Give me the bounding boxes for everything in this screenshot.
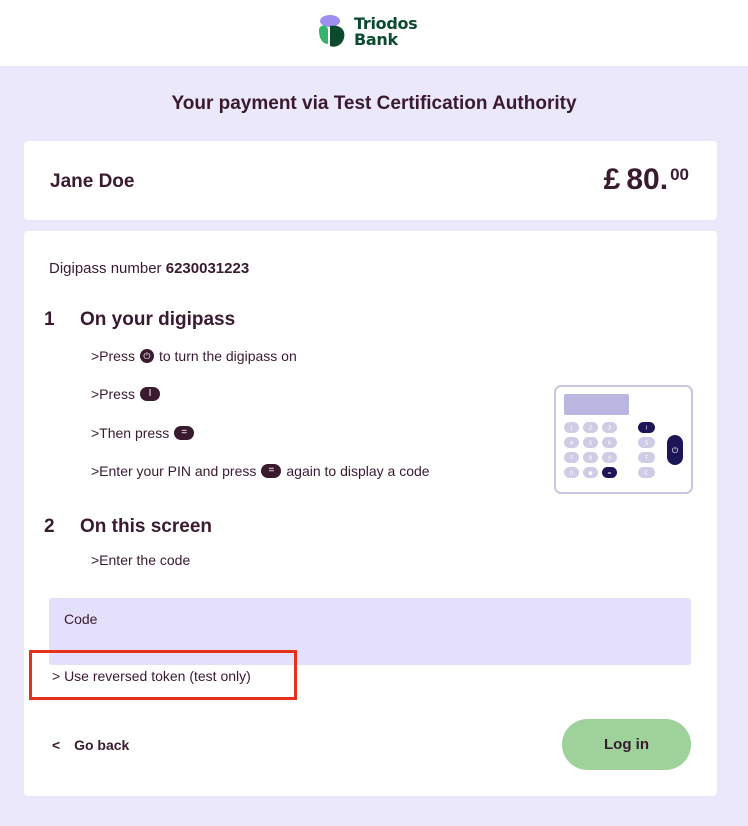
login-button[interactable]: Log in bbox=[562, 719, 691, 770]
instruction-suffix: again to display a code bbox=[286, 463, 430, 479]
svg-text:=: = bbox=[607, 471, 611, 477]
code-label: Code bbox=[64, 611, 98, 627]
svg-text:●: ● bbox=[588, 471, 593, 477]
instruction-prefix: >Enter your PIN and press bbox=[91, 463, 257, 479]
instruction-prefix: >Then press bbox=[91, 425, 170, 441]
currency-symbol: £ bbox=[603, 163, 621, 196]
page-title: Your payment via Test Certification Auth… bbox=[171, 93, 577, 114]
payment-amount: £ 80. 00 bbox=[604, 163, 689, 197]
instruction-suffix: to turn the digipass on bbox=[158, 348, 297, 364]
svg-text:I: I bbox=[646, 426, 647, 432]
step-2-number: 2 bbox=[44, 516, 55, 537]
payer-name: Jane Doe bbox=[50, 171, 135, 192]
amount-main: 80. bbox=[626, 163, 669, 196]
amount-cents: 00 bbox=[670, 165, 689, 184]
instruction-prefix: >Enter the code bbox=[91, 552, 191, 568]
step-1-number: 1 bbox=[44, 309, 55, 330]
chevron-left-icon: < bbox=[52, 737, 61, 753]
i-key-icon: I bbox=[139, 387, 160, 401]
digipass-device-illustration: 123 456 789 0 ● = ISTC ⏻ bbox=[554, 385, 693, 494]
instruction-enter-code: >Enter the code bbox=[91, 552, 190, 568]
svg-text:C: C bbox=[645, 471, 649, 477]
step-1-title: On your digipass bbox=[80, 309, 236, 330]
svg-text:8: 8 bbox=[589, 456, 592, 462]
instruction-enter-pin: >Enter your PIN and press = again to dis… bbox=[91, 463, 430, 479]
triodos-leaf-icon bbox=[319, 15, 345, 47]
go-back-label: Go back bbox=[74, 737, 130, 753]
digipass-keypad-icon: 123 456 789 0 ● = ISTC ⏻ bbox=[564, 394, 683, 478]
digipass-line: Digipass number 6230031223 bbox=[49, 260, 249, 277]
svg-text:⏻: ⏻ bbox=[672, 446, 679, 455]
svg-text:7: 7 bbox=[570, 456, 573, 462]
go-back-link[interactable]: < Go back bbox=[52, 737, 129, 753]
triodos-logo: Triodos Bank bbox=[316, 14, 418, 50]
instruction-prefix: >Press bbox=[91, 386, 135, 402]
svg-text:0: 0 bbox=[570, 471, 573, 477]
svg-text:6: 6 bbox=[608, 441, 611, 447]
svg-text:3: 3 bbox=[608, 426, 611, 432]
svg-text:5: 5 bbox=[589, 441, 592, 447]
svg-text:4: 4 bbox=[570, 441, 573, 447]
instruction-power-on: >Press ⏻ to turn the digipass on bbox=[91, 348, 297, 364]
instruction-press-i: >Press I bbox=[91, 386, 165, 402]
step-2-heading: 2 On this screen bbox=[44, 516, 212, 538]
step-2-title: On this screen bbox=[80, 516, 212, 537]
logo-line2: Bank bbox=[354, 30, 398, 49]
svg-text:1: 1 bbox=[570, 426, 573, 432]
digipass-number: 6230031223 bbox=[165, 260, 250, 277]
power-icon: ⏻ bbox=[139, 349, 154, 363]
svg-text:S: S bbox=[645, 441, 648, 447]
svg-text:9: 9 bbox=[608, 456, 611, 462]
top-bar: Triodos Bank bbox=[0, 0, 748, 66]
step-1-heading: 1 On your digipass bbox=[44, 309, 235, 331]
equals-key-icon: = bbox=[174, 426, 195, 440]
highlight-box bbox=[29, 650, 297, 700]
equals-key-icon: = bbox=[261, 464, 282, 478]
login-card: Digipass number 6230031223 1 On your dig… bbox=[24, 231, 717, 796]
svg-text:2: 2 bbox=[589, 426, 592, 432]
instruction-press-equals: >Then press = bbox=[91, 425, 199, 441]
digipass-label: Digipass number bbox=[49, 260, 162, 277]
payment-summary-card: Jane Doe £ 80. 00 bbox=[24, 141, 717, 220]
instruction-prefix: >Press bbox=[91, 348, 135, 364]
